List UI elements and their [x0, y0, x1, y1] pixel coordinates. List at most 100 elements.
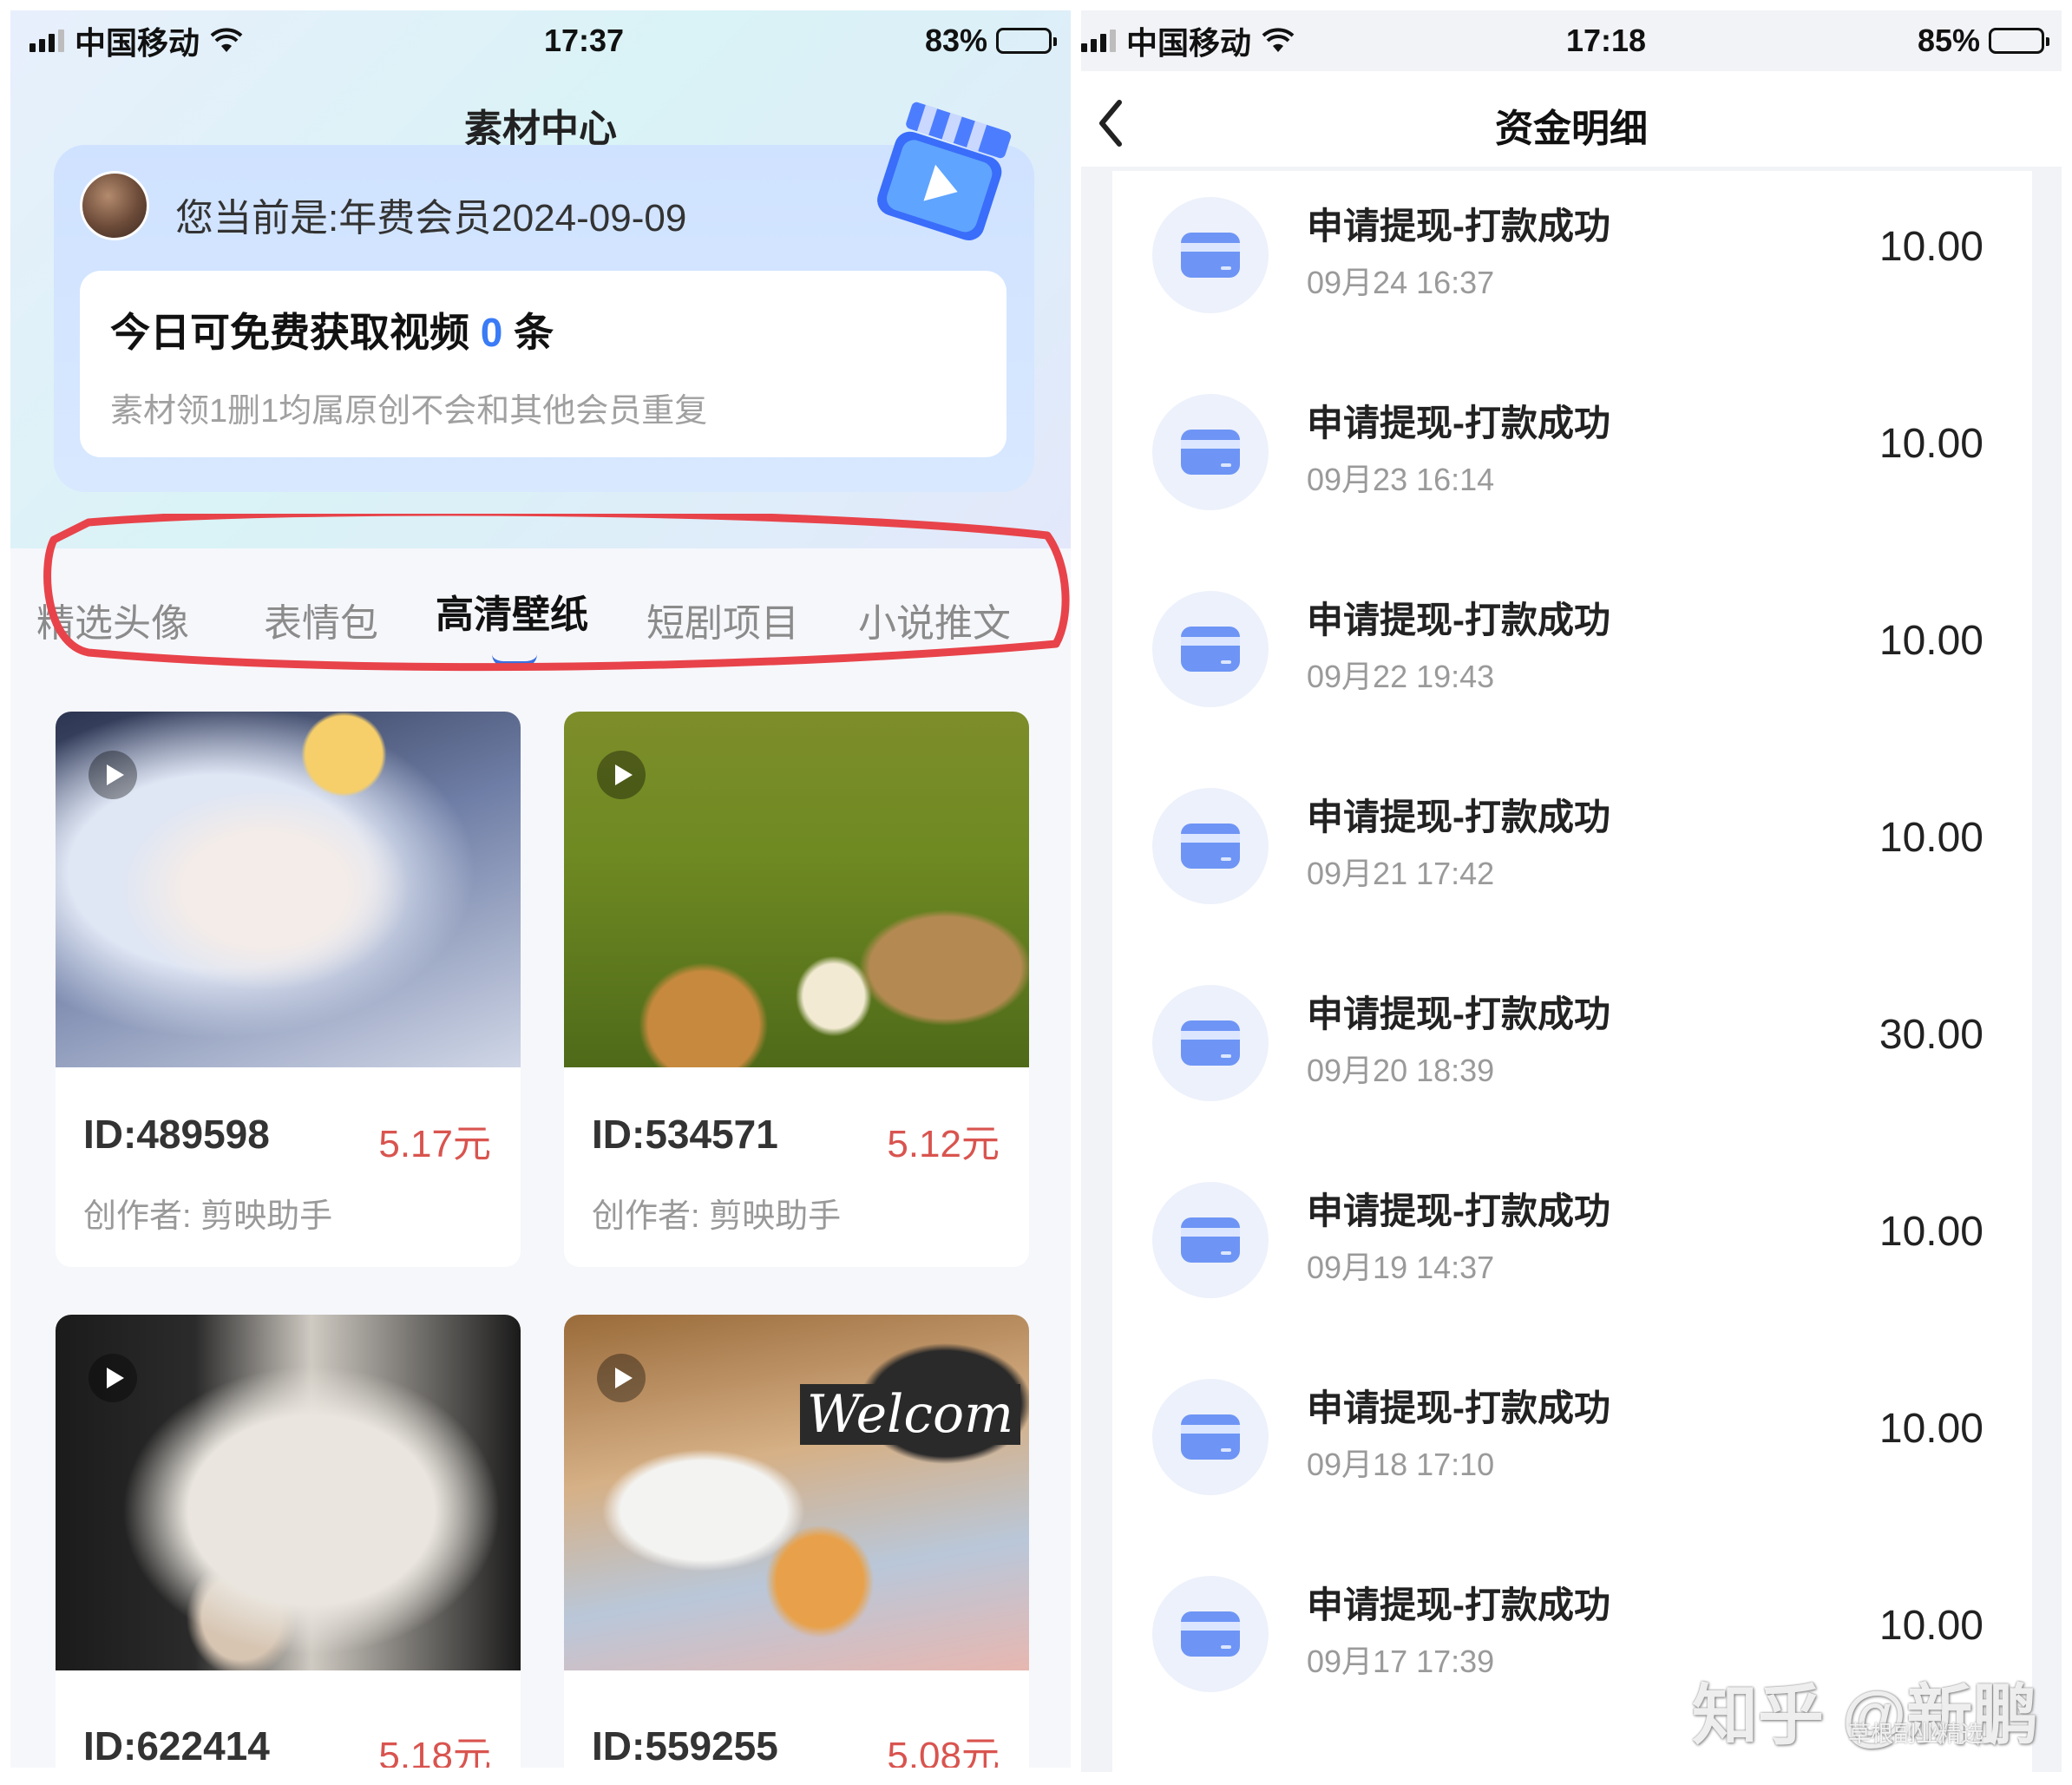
card-icon	[1181, 430, 1240, 475]
avatar[interactable]	[80, 171, 149, 240]
battery-percent: 85%	[1917, 23, 1980, 58]
tab-wallpaper[interactable]: 高清壁纸	[436, 583, 588, 639]
transaction-amount: 10.00	[1879, 815, 1983, 861]
card-icon	[1181, 1217, 1240, 1263]
free-quota-note: 素材领1删1均属原创不会和其他会员重复	[110, 393, 708, 430]
card-icon	[1181, 1414, 1240, 1460]
transaction-title: 申请提现-打款成功	[1307, 1191, 1610, 1231]
card-id: ID:622414	[83, 1723, 270, 1768]
transaction-row[interactable]: 申请提现-打款成功 09月23 16:14 10.00	[1112, 368, 2032, 565]
card-icon	[1181, 1020, 1240, 1066]
material-card[interactable]: ID:489598 5.17元 创作者: 剪映助手	[56, 712, 521, 1267]
clock: 17:37	[543, 23, 625, 58]
material-card[interactable]: ID:534571 5.12元 创作者: 剪映助手	[564, 712, 1029, 1267]
transaction-amount: 10.00	[1879, 224, 1983, 270]
tab-stickers[interactable]: 表情包	[264, 592, 378, 647]
transaction-row[interactable]: 申请提现-打款成功 09月21 17:42 10.00	[1112, 762, 2032, 959]
transaction-row[interactable]: 申请提现-打款成功 09月22 19:43 10.00	[1112, 565, 2032, 762]
transaction-row[interactable]: 申请提现-打款成功 09月24 16:37 10.00	[1112, 171, 2032, 368]
play-icon	[89, 751, 137, 799]
card-thumbnail: Welcom	[564, 1315, 1029, 1670]
transaction-row[interactable]: 申请提现-打款成功 09月19 14:37 10.00	[1112, 1156, 2032, 1353]
transaction-amount: 10.00	[1879, 1209, 1983, 1255]
clapperboard-icon	[877, 102, 1012, 241]
nav-bar: 资金明细	[1081, 71, 2062, 167]
tab-short-drama[interactable]: 短剧项目	[646, 592, 799, 647]
transaction-title: 申请提现-打款成功	[1307, 797, 1610, 837]
clock: 17:18	[1565, 23, 1647, 58]
transaction-time: 09月17 17:39	[1307, 1644, 1495, 1679]
card-icon	[1181, 627, 1240, 672]
battery-percent: 83%	[924, 23, 987, 58]
transaction-time: 09月18 17:10	[1307, 1447, 1495, 1482]
card-icon-badge	[1152, 197, 1269, 313]
wifi-icon	[1262, 28, 1295, 52]
free-quota-box: 今日可免费获取视频 0 条 素材领1删1均属原创不会和其他会员重复	[80, 271, 1006, 457]
transaction-time: 09月22 19:43	[1307, 659, 1495, 694]
card-icon-badge	[1152, 591, 1269, 707]
card-thumbnail	[564, 712, 1029, 1067]
transaction-amount: 10.00	[1879, 618, 1983, 664]
card-icon	[1181, 233, 1240, 278]
card-thumbnail	[56, 1315, 521, 1670]
card-price: 5.18元	[378, 1735, 491, 1768]
card-icon	[1181, 1611, 1240, 1657]
card-price: 5.12元	[887, 1123, 1000, 1165]
material-card[interactable]: Welcom ID:559255 5.08元	[564, 1315, 1029, 1768]
tab-avatar[interactable]: 精选头像	[36, 592, 189, 647]
welcome-sign: Welcom	[799, 1384, 1020, 1445]
wifi-icon	[210, 28, 243, 52]
page-title: 资金明细	[1495, 108, 1648, 150]
card-icon-badge	[1152, 985, 1269, 1101]
transaction-title: 申请提现-打款成功	[1307, 994, 1610, 1034]
free-quota-line: 今日可免费获取视频 0 条	[110, 301, 554, 358]
card-icon-badge	[1152, 1379, 1269, 1495]
card-icon-badge	[1152, 1576, 1269, 1692]
transaction-time: 09月19 14:37	[1307, 1250, 1495, 1285]
card-price: 5.08元	[887, 1735, 1000, 1768]
carrier-label: 中国移动	[75, 25, 200, 61]
battery-icon	[996, 28, 1057, 54]
card-author: 创作者: 剪映助手	[83, 1198, 333, 1235]
transaction-row[interactable]: 申请提现-打款成功 09月20 18:39 30.00	[1112, 959, 2032, 1156]
free-quota-prefix: 今日可免费获取视频	[110, 310, 469, 355]
free-quota-suffix: 条	[514, 310, 554, 355]
card-icon	[1181, 824, 1240, 869]
card-icon-badge	[1152, 1182, 1269, 1298]
status-bar: 中国移动 17:18 85%	[1081, 10, 2062, 71]
transaction-row[interactable]: 申请提现-打款成功 09月18 17:10 10.00	[1112, 1353, 2032, 1550]
play-icon	[597, 751, 646, 799]
tab-novel-promo[interactable]: 小说推文	[858, 592, 1011, 647]
status-bar: 中国移动 17:37 83%	[10, 10, 1071, 71]
material-center-screen: 中国移动 17:37 83% 素材中心 您当前是:年费会员2024-09-09 …	[10, 10, 1071, 1768]
card-icon-badge	[1152, 788, 1269, 904]
free-quota-count: 0	[480, 310, 503, 355]
transaction-title: 申请提现-打款成功	[1307, 600, 1610, 640]
battery-icon	[1989, 28, 2049, 54]
card-price: 5.17元	[378, 1123, 491, 1165]
card-thumbnail	[56, 712, 521, 1067]
signal-icon	[30, 30, 64, 52]
material-card[interactable]: ID:622414 5.18元	[56, 1315, 521, 1768]
transaction-title: 申请提现-打款成功	[1307, 1388, 1610, 1428]
play-icon	[89, 1354, 137, 1402]
card-id: ID:559255	[592, 1723, 778, 1768]
signal-icon	[1081, 30, 1116, 52]
category-tabs: 精选头像 表情包 高清壁纸 短剧项目 小说推文	[10, 574, 1071, 670]
card-id: ID:534571	[592, 1112, 778, 1157]
transaction-time: 09月20 18:39	[1307, 1053, 1495, 1088]
membership-status: 您当前是:年费会员2024-09-09	[175, 197, 687, 240]
card-author: 创作者: 剪映助手	[592, 1198, 842, 1235]
transaction-list: 申请提现-打款成功 09月24 16:37 10.00 申请提现-打款成功 09…	[1112, 171, 2032, 1772]
carrier-label: 中国移动	[1126, 25, 1252, 61]
transaction-amount: 10.00	[1879, 1406, 1983, 1452]
tab-active-indicator	[492, 654, 537, 666]
transaction-title: 申请提现-打款成功	[1307, 1585, 1610, 1625]
transaction-title: 申请提现-打款成功	[1307, 403, 1610, 443]
transaction-time: 09月21 17:42	[1307, 856, 1495, 891]
transaction-time: 09月24 16:37	[1307, 265, 1495, 300]
watermark-sub: 草根副业精选	[1848, 1721, 1984, 1747]
fund-details-screen: 中国移动 17:18 85% 资金明细 申请提现-打款成功 09月24 16:3…	[1081, 10, 2062, 1772]
transaction-amount: 10.00	[1879, 1603, 1983, 1649]
transaction-title: 申请提现-打款成功	[1307, 206, 1610, 246]
